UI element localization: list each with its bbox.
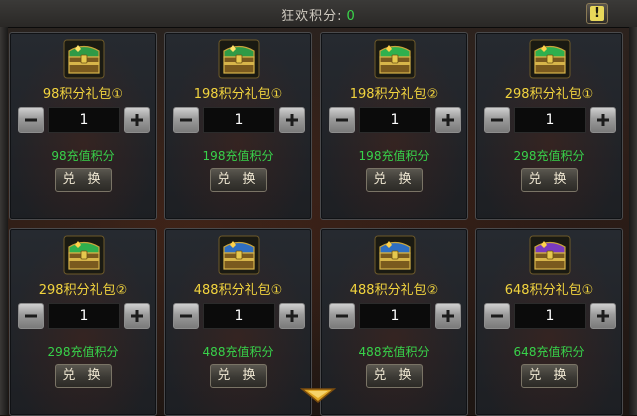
package-card-6: 488积分礼包① 488充值积分 兑 换 [164, 228, 312, 416]
minus-icon [336, 314, 348, 318]
quantity-input[interactable] [203, 303, 275, 329]
required-points: 198充值积分 [358, 149, 430, 163]
package-name: 488积分礼包② [349, 283, 439, 298]
score-label: 狂欢积分: [281, 9, 343, 24]
required-points: 198充值积分 [202, 149, 274, 163]
redeem-button[interactable]: 兑 换 [521, 168, 578, 192]
package-card-3: 198积分礼包② 198充值积分 兑 换 [320, 32, 468, 220]
required-points: 488充值积分 [202, 345, 274, 359]
plus-icon [286, 310, 298, 322]
redeem-button[interactable]: 兑 换 [366, 168, 423, 192]
increase-button[interactable] [279, 303, 305, 329]
decrease-button[interactable] [173, 107, 199, 133]
treasure-chest-icon [529, 235, 571, 275]
minus-icon [180, 314, 192, 318]
treasure-chest-icon [218, 235, 260, 275]
increase-button[interactable] [124, 303, 150, 329]
redeem-button[interactable]: 兑 换 [210, 168, 267, 192]
plus-icon [131, 310, 143, 322]
minus-icon [336, 118, 348, 122]
exclamation-icon: ! [590, 6, 604, 21]
package-name: 98积分礼包① [42, 87, 124, 102]
plus-icon [597, 114, 609, 126]
required-points: 298充值积分 [513, 149, 585, 163]
decrease-button[interactable] [173, 303, 199, 329]
package-name: 488积分礼包① [193, 283, 283, 298]
decrease-button[interactable] [329, 107, 355, 133]
decrease-button[interactable] [484, 107, 510, 133]
quantity-input[interactable] [359, 107, 431, 133]
package-name: 198积分礼包② [349, 87, 439, 102]
score-display: 狂欢积分: 0 [0, 5, 637, 24]
quantity-input[interactable] [203, 107, 275, 133]
increase-button[interactable] [590, 303, 616, 329]
quantity-input[interactable] [48, 303, 120, 329]
plus-icon [286, 114, 298, 126]
package-card-4: 298积分礼包① 298充值积分 兑 换 [475, 32, 623, 220]
scroll-down-arrow-icon[interactable] [300, 387, 336, 405]
minus-icon [491, 314, 503, 318]
package-card-2: 198积分礼包① 198充值积分 兑 换 [164, 32, 312, 220]
package-card-1: 98积分礼包① 98充值积分 兑 换 [9, 32, 157, 220]
redeem-button[interactable]: 兑 换 [55, 364, 112, 388]
required-points: 488充值积分 [358, 345, 430, 359]
exchange-panel: 狂欢积分:0 ! 98积分礼包① 98充值积分 兑 换 [0, 0, 637, 416]
required-points: 98充值积分 [51, 149, 115, 163]
info-button[interactable]: ! [586, 3, 608, 24]
package-name: 648积分礼包① [504, 283, 594, 298]
treasure-chest-icon [63, 39, 105, 79]
treasure-chest-icon [374, 235, 416, 275]
package-name: 298积分礼包② [38, 283, 128, 298]
quantity-input[interactable] [514, 303, 586, 329]
frame-left [0, 27, 8, 415]
decrease-button[interactable] [18, 107, 44, 133]
required-points: 298充值积分 [47, 345, 119, 359]
plus-icon [442, 310, 454, 322]
minus-icon [25, 314, 37, 318]
top-bar: 狂欢积分: 0 ! [0, 0, 637, 28]
treasure-chest-icon [529, 39, 571, 79]
package-card-8: 648积分礼包① 648充值积分 兑 换 [475, 228, 623, 416]
package-card-5: 298积分礼包② 298充值积分 兑 换 [9, 228, 157, 416]
decrease-button[interactable] [484, 303, 510, 329]
minus-icon [180, 118, 192, 122]
increase-button[interactable] [590, 107, 616, 133]
quantity-input[interactable] [514, 107, 586, 133]
redeem-button[interactable]: 兑 换 [366, 364, 423, 388]
treasure-chest-icon [374, 39, 416, 79]
score-value: 0 [346, 9, 356, 24]
plus-icon [131, 114, 143, 126]
frame-right [629, 27, 637, 415]
redeem-button[interactable]: 兑 换 [55, 168, 112, 192]
required-points: 648充值积分 [513, 345, 585, 359]
increase-button[interactable] [435, 303, 461, 329]
minus-icon [491, 118, 503, 122]
treasure-chest-icon [63, 235, 105, 275]
decrease-button[interactable] [329, 303, 355, 329]
treasure-chest-icon [218, 39, 260, 79]
package-card-7: 488积分礼包② 488充值积分 兑 换 [320, 228, 468, 416]
increase-button[interactable] [435, 107, 461, 133]
redeem-button[interactable]: 兑 换 [210, 364, 267, 388]
decrease-button[interactable] [18, 303, 44, 329]
plus-icon [442, 114, 454, 126]
increase-button[interactable] [124, 107, 150, 133]
minus-icon [25, 118, 37, 122]
increase-button[interactable] [279, 107, 305, 133]
quantity-input[interactable] [48, 107, 120, 133]
package-name: 198积分礼包① [193, 87, 283, 102]
redeem-button[interactable]: 兑 换 [521, 364, 578, 388]
package-name: 298积分礼包① [504, 87, 594, 102]
quantity-input[interactable] [359, 303, 431, 329]
plus-icon [597, 310, 609, 322]
